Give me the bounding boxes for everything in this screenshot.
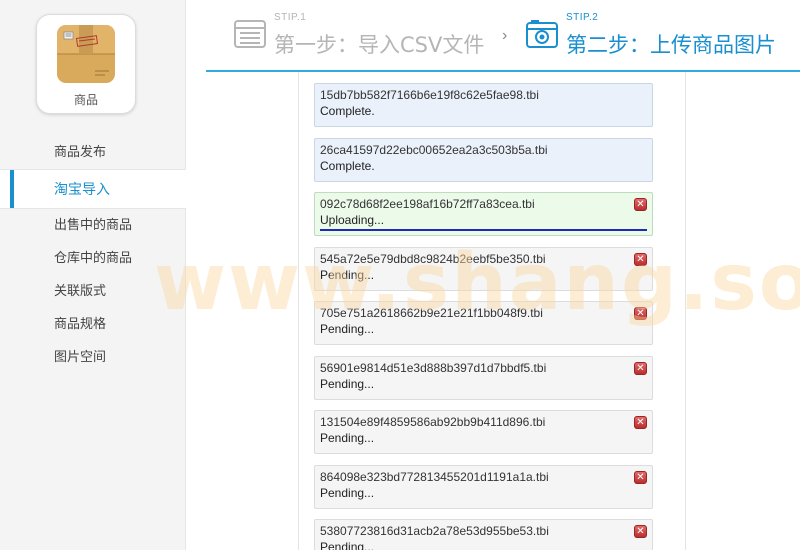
cardboard-box-icon: [57, 25, 115, 83]
step-2-number: STIP.2: [566, 12, 599, 23]
page-root: 商品 商品发布 淘宝导入 出售中的商品 仓库中的商品 关联版式 商品规格 图片空…: [0, 0, 800, 550]
step-header: STIP.1 第一步：导入CSV文件 › STIP.2 第二步：上传商品图片: [206, 0, 800, 72]
upload-status: Complete.: [320, 159, 375, 173]
cancel-x-icon[interactable]: ✕: [634, 362, 647, 375]
app-tile-products[interactable]: 商品: [36, 14, 136, 114]
upload-item: 53807723816d31acb2a78e53d955be53.tbi Pen…: [314, 519, 653, 550]
upload-status: Uploading...: [320, 213, 385, 227]
sidebar-nav: 商品发布 淘宝导入 出售中的商品 仓库中的商品 关联版式 商品规格 图片空间: [0, 136, 186, 374]
upload-filename: 15db7bb582f7166b6e19f8c62e5fae98.tbi: [320, 88, 539, 102]
cancel-x-icon[interactable]: ✕: [634, 198, 647, 211]
sidebar-item-image-space[interactable]: 图片空间: [0, 341, 186, 374]
sidebar-item-publish[interactable]: 商品发布: [0, 136, 186, 169]
camera-icon: [526, 20, 558, 48]
upload-item: 545a72e5e79dbd8c9824b2eebf5be350.tbi Pen…: [314, 247, 653, 291]
upload-status: Pending...: [320, 431, 375, 445]
step-1-number: STIP.1: [274, 12, 307, 23]
upload-status: Pending...: [320, 377, 375, 391]
upload-item: 864098e323bd772813455201d1191a1a.tbi Pen…: [314, 465, 653, 509]
upload-item: 705e751a2618662b9e21e21f1bb048f9.tbi Pen…: [314, 301, 653, 345]
upload-status: Pending...: [320, 540, 375, 550]
upload-filename: 131504e89f4859586ab92bb9b411d896.tbi: [320, 415, 546, 429]
cancel-x-icon[interactable]: ✕: [634, 525, 647, 538]
step-2-title: 第二步：上传商品图片: [566, 33, 776, 57]
upload-filename: 705e751a2618662b9e21e21f1bb048f9.tbi: [320, 306, 543, 320]
upload-item: 26ca41597d22ebc00652ea2a3c503b5a.tbi Com…: [314, 138, 653, 182]
cancel-x-icon[interactable]: ✕: [634, 307, 647, 320]
upload-progress-bar: [320, 229, 647, 231]
cancel-x-icon[interactable]: ✕: [634, 416, 647, 429]
chevron-right-icon: ›: [502, 27, 508, 44]
step-1-title: 第一步：导入CSV文件: [274, 33, 485, 57]
sidebar: 商品 商品发布 淘宝导入 出售中的商品 仓库中的商品 关联版式 商品规格 图片空…: [0, 0, 186, 550]
upload-item: 092c78d68f2ee198af16b72ff7a83cea.tbi Upl…: [314, 192, 653, 236]
upload-filename: 545a72e5e79dbd8c9824b2eebf5be350.tbi: [320, 252, 546, 266]
upload-filename: 864098e323bd772813455201d1191a1a.tbi: [320, 470, 549, 484]
sidebar-item-taobao-import[interactable]: 淘宝导入: [0, 169, 186, 209]
upload-filename: 26ca41597d22ebc00652ea2a3c503b5a.tbi: [320, 143, 548, 157]
list-icon: [234, 20, 266, 48]
upload-status: Pending...: [320, 322, 375, 336]
sidebar-item-in-warehouse[interactable]: 仓库中的商品: [0, 242, 186, 275]
upload-filename: 56901e9814d51e3d888b397d1d7bbdf5.tbi: [320, 361, 547, 375]
cancel-x-icon[interactable]: ✕: [634, 253, 647, 266]
upload-filename: 092c78d68f2ee198af16b72ff7a83cea.tbi: [320, 197, 535, 211]
cancel-x-icon[interactable]: ✕: [634, 471, 647, 484]
sidebar-item-linked-layouts[interactable]: 关联版式: [0, 275, 186, 308]
upload-item: 131504e89f4859586ab92bb9b411d896.tbi Pen…: [314, 410, 653, 454]
app-label: 商品: [73, 93, 98, 107]
sidebar-item-on-sale[interactable]: 出售中的商品: [0, 209, 186, 242]
upload-status: Complete.: [320, 104, 375, 118]
upload-filename: 53807723816d31acb2a78e53d955be53.tbi: [320, 524, 549, 538]
upload-status: Pending...: [320, 486, 375, 500]
sidebar-item-specs[interactable]: 商品规格: [0, 308, 186, 341]
upload-status: Pending...: [320, 268, 375, 282]
upload-queue[interactable]: 15db7bb582f7166b6e19f8c62e5fae98.tbi Com…: [298, 72, 686, 550]
upload-item: 56901e9814d51e3d888b397d1d7bbdf5.tbi Pen…: [314, 356, 653, 400]
upload-item: 15db7bb582f7166b6e19f8c62e5fae98.tbi Com…: [314, 83, 653, 127]
